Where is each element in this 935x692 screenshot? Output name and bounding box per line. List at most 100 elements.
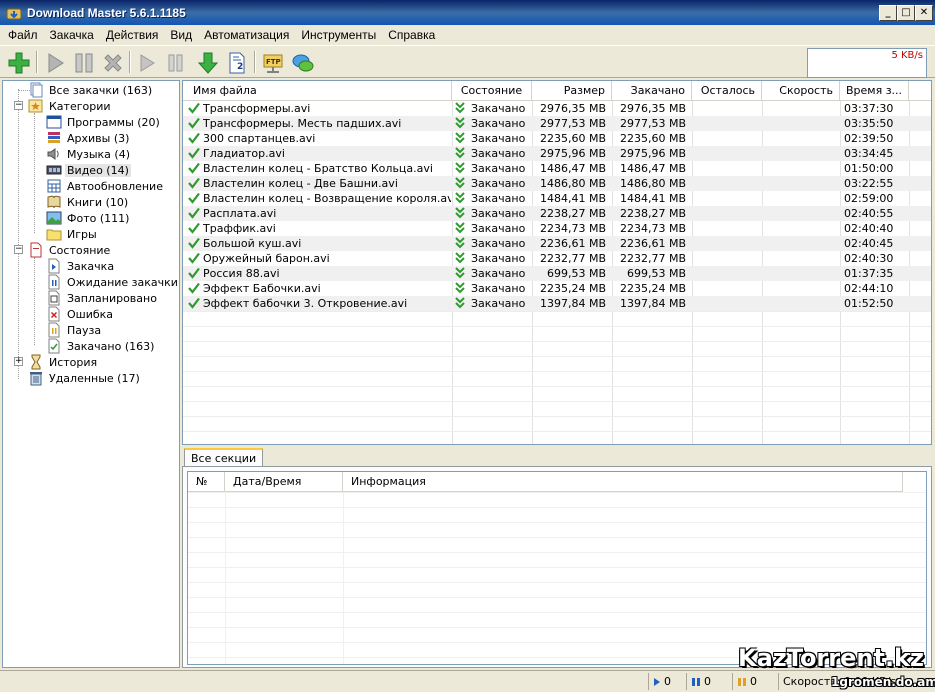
download-row[interactable]: Расплата.avi Закачано 2238,27 MB 2238,27 MB… (183, 206, 931, 221)
cell-downloaded: 1486,47 MB (619, 162, 686, 175)
menu-help[interactable]: Справка (382, 28, 441, 42)
download-row[interactable]: Оружейный барон.avi Закачано 2232,77 MB 223… (183, 251, 931, 266)
tree-scheduled[interactable]: Запланировано (46, 290, 159, 306)
menu-actions[interactable]: Действия (100, 28, 165, 42)
download-row[interactable]: Эффект бабочки 3. Откровение.avi Закачано… (183, 296, 931, 311)
cell-time: 03:22:55 (844, 177, 894, 190)
page-button[interactable]: 2 (224, 50, 250, 76)
check-icon (188, 252, 200, 264)
cell-size: 2235,60 MB (539, 132, 606, 145)
cell-state: Закачано (471, 252, 526, 265)
maximize-button[interactable]: □ (897, 5, 915, 21)
log-col-info[interactable]: Информация (343, 472, 903, 492)
log-col-datetime[interactable]: Дата/Время (225, 472, 343, 492)
tree-paused[interactable]: Пауза (46, 322, 103, 338)
download-row[interactable]: Эффект Бабочки.avi Закачано 2235,24 MB 2235… (183, 281, 931, 296)
chat-button[interactable] (290, 50, 316, 76)
download-row[interactable]: Трансформеры. Месть падших.avi Закачано 29… (183, 116, 931, 131)
menu-download[interactable]: Закачка (44, 28, 100, 42)
tree-games[interactable]: Игры (46, 226, 99, 242)
expand-categories[interactable]: − (14, 101, 23, 110)
doc-check-icon (48, 338, 60, 354)
log-col-number[interactable]: № (188, 472, 225, 492)
check-icon (188, 177, 200, 189)
tree-autoupdate[interactable]: Автообновление (46, 178, 165, 194)
done-arrows-icon (455, 117, 465, 129)
cell-time: 01:37:35 (844, 267, 894, 280)
tree-music[interactable]: Музыка (4) (46, 146, 132, 162)
col-filename[interactable]: Имя файла (183, 81, 452, 101)
cell-filename: Россия 88.avi (203, 267, 280, 280)
window-title: Download Master 5.6.1.1185 (27, 6, 186, 20)
done-arrows-icon (455, 267, 465, 279)
tree-waiting[interactable]: Ожидание закачки (46, 274, 179, 290)
tree-state[interactable]: Состояние (28, 242, 112, 258)
ftp-button[interactable]: FTP (260, 50, 286, 76)
download-row[interactable]: Властелин колец - Братство Кольца.avi Зак… (183, 161, 931, 176)
pause-all-button[interactable] (163, 50, 189, 76)
col-remaining[interactable]: Осталось (692, 81, 762, 101)
cell-state: Закачано (471, 132, 526, 145)
cell-filename: Трансформеры. Месть падших.avi (203, 117, 402, 130)
tree-deleted[interactable]: Удаленные (17) (28, 370, 142, 386)
cell-remaining (692, 101, 756, 116)
status-document-icon (30, 242, 42, 258)
cell-size: 2236,61 MB (539, 237, 606, 250)
start-all-button[interactable] (134, 50, 160, 76)
download-row[interactable]: Властелин колец - Возвращение короля.avi… (183, 191, 931, 206)
doc-pause-icon (48, 274, 60, 290)
tree-video[interactable]: Видео (14) (46, 162, 131, 178)
download-row[interactable]: Траффик.avi Закачано 2234,73 MB 2234,73 MB 0… (183, 221, 931, 236)
add-download-button[interactable] (6, 50, 32, 76)
cell-size: 1484,41 MB (539, 192, 606, 205)
tree-history[interactable]: История (28, 354, 99, 370)
download-arrow-button[interactable] (195, 50, 221, 76)
download-row[interactable]: 300 спартанцев.avi Закачано 2235,60 MB 2235… (183, 131, 931, 146)
done-arrows-icon (455, 162, 465, 174)
menu-view[interactable]: Вид (164, 28, 198, 42)
menu-file[interactable]: Файл (0, 28, 44, 42)
cell-state: Закачано (471, 297, 526, 310)
cell-state: Закачано (471, 117, 526, 130)
tree-categories[interactable]: Категории (28, 98, 113, 114)
download-row[interactable]: Трансформеры.avi Закачано 2976,35 MB 2976,3… (183, 101, 931, 116)
download-row[interactable]: Гладиатор.avi Закачано 2975,96 MB 2975,96 M… (183, 146, 931, 161)
tree-all-downloads[interactable]: Все закачки (163) (28, 82, 154, 98)
done-arrows-icon (455, 147, 465, 159)
download-row[interactable]: Властелин колец - Две Башни.avi Закачано 1… (183, 176, 931, 191)
col-size[interactable]: Размер (532, 81, 612, 101)
download-row[interactable]: Россия 88.avi Закачано 699,53 MB 699,53 MB 0… (183, 266, 931, 281)
downloads-list: Имя файла Состояние Размер Закачано Оста… (182, 80, 932, 445)
tree-books[interactable]: Книги (10) (46, 194, 130, 210)
delete-button[interactable] (100, 50, 126, 76)
cell-downloaded: 1486,80 MB (619, 177, 686, 190)
pause-button[interactable] (71, 50, 97, 76)
tree-programs[interactable]: Программы (20) (46, 114, 162, 130)
expand-history[interactable]: + (14, 357, 23, 366)
download-row[interactable]: Большой куш.avi Закачано 2236,61 MB 2236,61… (183, 236, 931, 251)
tab-all-sections[interactable]: Все секции (184, 448, 264, 467)
close-button[interactable]: ✕ (915, 5, 933, 21)
col-state[interactable]: Состояние (452, 81, 532, 101)
window-icon (46, 115, 62, 129)
title-bar: Download Master 5.6.1.1185 _ □ ✕ (0, 0, 935, 28)
start-button[interactable] (42, 50, 68, 76)
tree-completed[interactable]: Закачано (163) (46, 338, 156, 354)
cell-speed (762, 146, 834, 161)
tree-archives[interactable]: Архивы (3) (46, 130, 131, 146)
cell-speed (762, 296, 834, 311)
col-time[interactable]: Время з... (840, 81, 909, 101)
log-tabs: Все секции (182, 447, 932, 467)
expand-state[interactable]: − (14, 245, 23, 254)
tree-photos[interactable]: Фото (111) (46, 210, 131, 226)
menu-tools[interactable]: Инструменты (295, 28, 382, 42)
menu-automation[interactable]: Автоматизация (198, 28, 295, 42)
cell-time: 02:40:55 (844, 207, 894, 220)
tree-error[interactable]: Ошибка (46, 306, 115, 322)
col-speed[interactable]: Скорость (762, 81, 840, 101)
minimize-button[interactable]: _ (879, 5, 897, 21)
cell-speed (762, 266, 834, 281)
col-downloaded[interactable]: Закачано (612, 81, 692, 101)
tree-downloading[interactable]: Закачка (46, 258, 116, 274)
chat-icon (292, 54, 314, 72)
